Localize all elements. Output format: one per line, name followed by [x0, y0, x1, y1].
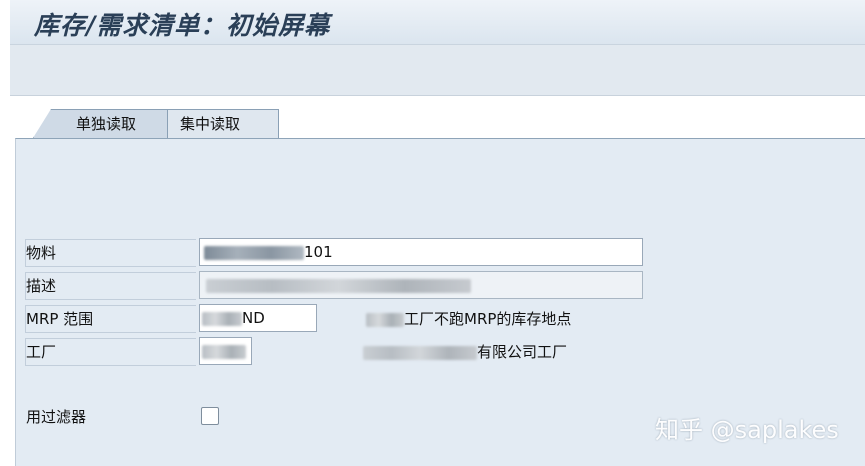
- tab-single-read-label: 单独读取: [76, 115, 137, 133]
- material-label: 物料: [26, 244, 57, 262]
- title-bar: 库存/需求清单：初始屏幕: [10, 0, 865, 45]
- filter-checkbox[interactable]: [201, 407, 219, 425]
- filter-label: 用过滤器: [26, 408, 87, 426]
- mrp-area-input[interactable]: ND: [199, 304, 317, 332]
- redacted-plant-code: [202, 344, 246, 359]
- plant-description-text: 有限公司工厂: [477, 343, 568, 361]
- material-value: 101: [304, 243, 333, 261]
- description-field: [199, 271, 643, 299]
- redacted-material-prefix: [204, 245, 304, 260]
- mrp-area-label: MRP 范围: [26, 310, 94, 328]
- redacted-plant-desc-prefix: [363, 345, 477, 360]
- watermark-text: 知乎 @saplakes: [655, 416, 839, 444]
- tab-single-read[interactable]: 单独读取: [33, 109, 169, 138]
- redacted-mrp-area-desc-prefix: [366, 312, 404, 327]
- mrp-area-description: 工厂不跑MRP的库存地点: [366, 305, 571, 333]
- plant-input[interactable]: [199, 337, 252, 365]
- mrp-area-description-text: 工厂不跑MRP的库存地点: [404, 310, 572, 328]
- tab-collective-read[interactable]: 集中读取: [167, 109, 279, 138]
- mrp-area-value: ND: [242, 309, 265, 327]
- window-title: 库存/需求清单：初始屏幕: [34, 11, 331, 40]
- plant-label: 工厂: [26, 343, 57, 361]
- application-toolbar: [10, 45, 865, 96]
- tab-collective-read-label: 集中读取: [180, 115, 241, 133]
- plant-description: 有限公司工厂: [363, 338, 567, 366]
- description-label: 描述: [26, 277, 57, 295]
- material-input[interactable]: 101: [199, 238, 643, 266]
- redacted-mrp-area-prefix: [202, 311, 242, 326]
- redacted-description: [206, 278, 471, 293]
